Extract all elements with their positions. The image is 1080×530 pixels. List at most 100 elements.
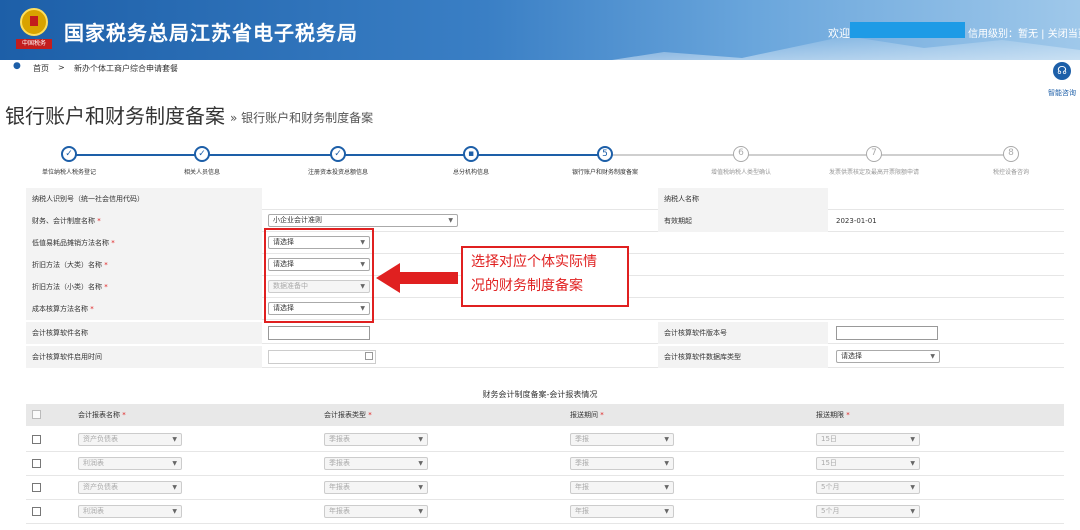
step-1[interactable]: ✓ 单位纳税人税务登记	[0, 146, 144, 176]
step-number: 7	[866, 146, 882, 162]
step-6: 6 增值税纳税人类型确认	[666, 146, 816, 176]
step-label: 单位纳税人税务登记	[41, 169, 96, 176]
software-version-input[interactable]	[836, 326, 938, 340]
smart-consult-label: 智能咨询	[1048, 89, 1076, 97]
row-checkbox[interactable]	[32, 483, 41, 492]
step-2[interactable]: ✓ 相关人员信息	[127, 146, 277, 176]
headset-icon: ☊	[1053, 62, 1071, 80]
check-icon: ✓	[194, 146, 210, 162]
software-version-label: 会计核算软件版本号	[658, 322, 828, 344]
callout-line-1: 选择对应个体实际情	[471, 254, 597, 270]
valid-from-value: 2023-01-01	[836, 217, 877, 225]
breadcrumb-separator: >	[58, 63, 65, 72]
chevron-down-icon: ▼	[910, 436, 915, 443]
welcome-text: 欢迎	[828, 27, 850, 40]
report-period-select: 年报 ▼	[570, 481, 674, 494]
step-label: 税控设备咨询	[992, 169, 1029, 176]
column-header: 会计报表类型 *	[324, 411, 372, 419]
cost-method-label: 成本核算方法名称 *	[26, 298, 262, 320]
chevron-down-icon: ▼	[664, 436, 669, 443]
step-number: 8	[1003, 146, 1019, 162]
chevron-down-icon: ▼	[172, 484, 177, 491]
accounting-system-label: 财务、会计制度名称 *	[26, 210, 262, 232]
form-row-software-name: 会计核算软件名称 会计核算软件版本号	[26, 322, 1064, 344]
software-name-input[interactable]	[268, 326, 370, 340]
step-label: 总分机构信息	[452, 169, 489, 176]
chevron-down-icon: ▼	[664, 484, 669, 491]
chevron-down-icon: ▼	[172, 436, 177, 443]
select-all-checkbox[interactable]	[32, 410, 41, 419]
software-name-label: 会计核算软件名称	[26, 322, 262, 344]
row-checkbox[interactable]	[32, 459, 41, 468]
step-4[interactable]: ▪ 总分机构信息	[396, 146, 546, 176]
emblem-icon	[20, 8, 48, 36]
header-banner: 中国税务 国家税务总局江苏省电子税务局 欢迎 信用级别：暂无 | 关闭当页	[0, 0, 1080, 60]
column-header: 报送期间 *	[570, 411, 604, 419]
progress-steps: ✓ 单位纳税人税务登记 ✓ 相关人员信息 ✓ 注册资本投资总额信息 ▪ 总分机构信息 5…	[0, 140, 1080, 180]
software-date-input[interactable]	[268, 350, 376, 364]
software-date-label: 会计核算软件启用时间	[26, 346, 262, 368]
form-row-software-date: 会计核算软件启用时间 会计核算软件数据库类型 请选择 ▼	[26, 346, 1064, 368]
chevron-down-icon: ▼	[418, 460, 423, 467]
chevron-down-icon: ▼	[448, 217, 453, 224]
callout-line-2: 况的财务制度备案	[471, 278, 583, 294]
report-type-select: 年报表 ▼	[324, 481, 428, 494]
page-title: 银行账户和财务制度备案	[5, 104, 225, 128]
step-number: 6	[733, 146, 749, 162]
credit-level-and-close-link[interactable]: 信用级别：暂无 | 关闭当页	[968, 25, 1080, 40]
smart-consult-button[interactable]: ☊ 智能咨询	[1044, 62, 1080, 97]
chevron-down-icon: ▼	[910, 508, 915, 515]
breadcrumb: ● 首页 > 新办个体工商户综合申请套餐	[0, 60, 1080, 76]
chevron-down-icon: ▼	[664, 460, 669, 467]
logo-tag: 中国税务	[16, 39, 52, 49]
report-name-select: 利润表 ▼	[78, 505, 182, 518]
breadcrumb-home-link[interactable]: 首页	[33, 63, 49, 74]
report-deadline-select: 15日 ▼	[816, 433, 920, 446]
report-deadline-select: 15日 ▼	[816, 457, 920, 470]
annotation-callout: 选择对应个体实际情 况的财务制度备案	[461, 246, 629, 307]
report-name-select: 利润表 ▼	[78, 457, 182, 470]
step-label: 注册资本投资总额信息	[307, 169, 368, 176]
table-header: 会计报表名称 * 会计报表类型 * 报送期间 * 报送期限 *	[26, 404, 1064, 426]
site-title: 国家税务总局江苏省电子税务局	[64, 21, 358, 45]
taxpayer-id-label: 纳税人识别号（统一社会信用代码）	[26, 188, 262, 210]
table-row: 利润表 ▼ 季报表 ▼ 季报 ▼ 15日 ▼	[26, 452, 1064, 476]
page-subtitle: » 银行账户和财务制度备案	[230, 111, 374, 125]
step-8: 8 税控设备咨询	[936, 146, 1080, 176]
depreciation-major-label: 折旧方法（大类）名称 *	[26, 254, 262, 276]
step-label: 增值税纳税人类型确认	[710, 169, 771, 176]
step-label: 发票供票核定及最高开票限额申请	[828, 169, 919, 176]
masked-username	[850, 22, 965, 38]
form-row-accounting-system: 财务、会计制度名称 * 小企业会计准则 ▼ 有效期起 2023-01-01	[26, 210, 1064, 232]
check-icon: ✓	[330, 146, 346, 162]
step-label: 银行账户和财务制度备案	[571, 169, 638, 176]
table-row: 资产负债表 ▼ 季报表 ▼ 季报 ▼ 15日 ▼	[26, 428, 1064, 452]
chevron-down-icon: ▼	[418, 436, 423, 443]
table-row: 资产负债表 ▼ 年报表 ▼ 年报 ▼ 5个月 ▼	[26, 476, 1064, 500]
taxpayer-name-label: 纳税人名称	[658, 188, 828, 210]
row-checkbox[interactable]	[32, 507, 41, 516]
table-row: 利润表 ▼ 年报表 ▼ 年报 ▼ 5个月 ▼	[26, 500, 1064, 524]
step-5-current[interactable]: 5 银行账户和财务制度备案	[530, 146, 680, 176]
software-db-select[interactable]: 请选择 ▼	[836, 350, 940, 363]
step-3[interactable]: ✓ 注册资本投资总额信息	[263, 146, 413, 176]
report-type-select: 季报表 ▼	[324, 433, 428, 446]
calendar-icon[interactable]	[365, 352, 373, 360]
report-name-select: 资产负债表 ▼	[78, 433, 182, 446]
location-pin-icon: ●	[13, 61, 21, 71]
breadcrumb-current[interactable]: 新办个体工商户综合申请套餐	[74, 63, 178, 74]
step-7: 7 发票供票核定及最高开票限额申请	[799, 146, 949, 176]
chevron-down-icon: ▼	[930, 353, 935, 360]
accounting-system-select[interactable]: 小企业会计准则 ▼	[268, 214, 458, 227]
step-label: 相关人员信息	[183, 169, 220, 176]
report-deadline-select: 5个月 ▼	[816, 505, 920, 518]
tax-emblem-logo: 中国税务	[16, 8, 52, 52]
report-section-title: 财务会计制度备案-会计报表情况	[482, 390, 598, 399]
chevron-down-icon: ▼	[172, 460, 177, 467]
row-checkbox[interactable]	[32, 435, 41, 444]
chevron-down-icon: ▼	[418, 508, 423, 515]
check-icon: ✓	[61, 146, 77, 162]
column-header: 报送期限 *	[816, 411, 850, 419]
chevron-down-icon: ▼	[910, 484, 915, 491]
report-period-select: 季报 ▼	[570, 457, 674, 470]
